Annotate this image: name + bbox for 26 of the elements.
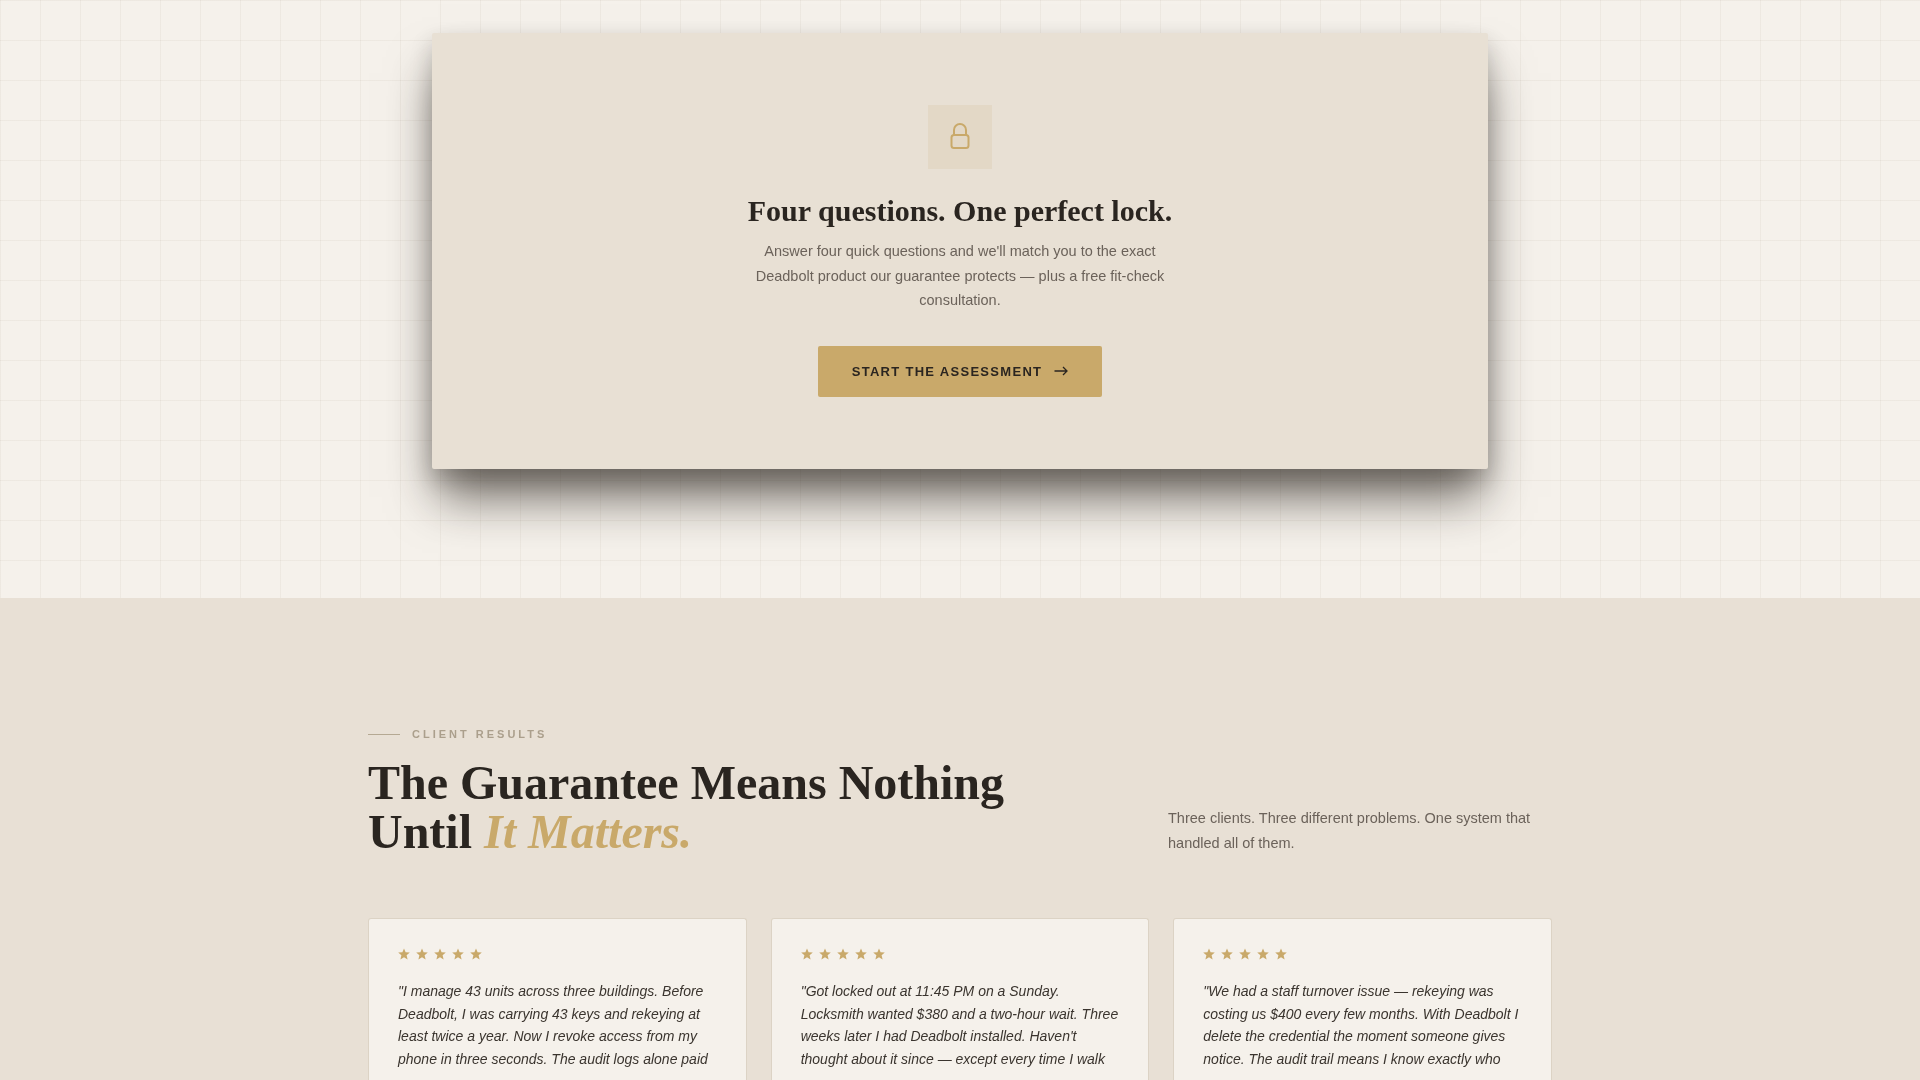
star-icon — [854, 948, 867, 960]
star-icon — [1239, 948, 1252, 960]
star-icon — [1221, 948, 1234, 960]
testimonial-quote: "Got locked out at 11:45 PM on a Sunday. Locksmith wanted $380 and a two-hour wait. Three weeks later I had Deadbolt installed. Haven't thought about it since — except every time I walk — [800, 982, 1120, 1070]
section-heading: The Guarantee Means Nothing Until It Matters. — [368, 758, 1005, 856]
start-assessment-button[interactable]: START THE ASSESSMENT — [818, 345, 1102, 397]
arrow-right-icon — [1054, 366, 1069, 376]
star-icon — [1257, 948, 1270, 960]
star-icon — [398, 948, 410, 960]
star-icon — [836, 948, 849, 960]
star-icon — [1203, 948, 1216, 960]
testimonial-quote: "We had a staff turnover issue — rekeying was costing us $400 every few months. With Deadbolt I delete the credential the moment someone gives notice. The audit trail means I know exactly who — [1203, 982, 1520, 1070]
star-icon — [470, 948, 482, 960]
star-icon — [872, 948, 885, 960]
star-icon — [818, 948, 831, 960]
star-icon — [452, 948, 464, 960]
section-eyebrow: CLIENT RESULTS — [412, 727, 548, 742]
star-icon — [434, 948, 446, 960]
card-title: Four questions. One perfect lock. — [747, 193, 1173, 229]
section-summary: Three clients. Three different problems. One system that handled all of them. — [1168, 809, 1532, 853]
star-icon — [416, 948, 428, 960]
card-description: Answer four quick questions and we'll match you to the exact Deadbolt product our guarantee protects — plus a free fit-check consultation. — [754, 242, 1166, 310]
testimonial-quote: "I manage 43 units across three buildings. Before Deadbolt, I was carrying 43 keys and rekeying at least twice a year. Now I revoke access from my phone in three seconds. The audit logs alone paid — [398, 982, 709, 1070]
star-icon — [1275, 948, 1288, 960]
star-icon — [800, 948, 813, 960]
lock-icon — [928, 105, 992, 169]
